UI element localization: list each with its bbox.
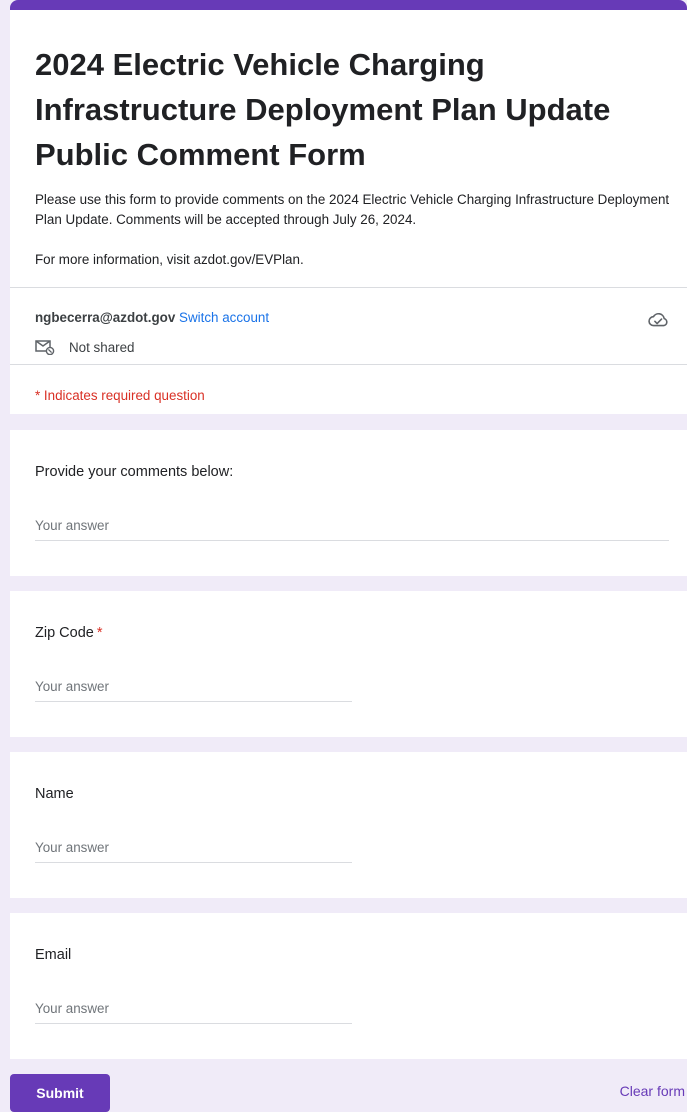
question-label: Name: [35, 786, 74, 802]
account-email: ngbecerra@azdot.gov: [35, 310, 176, 325]
question-label-text: Zip Code: [35, 625, 94, 641]
question-label: Email: [35, 947, 72, 963]
submit-button[interactable]: Submit: [10, 1074, 110, 1112]
shared-status-text: Not shared: [69, 339, 135, 355]
question-card-email: Email: [10, 913, 687, 1059]
email-input[interactable]: [35, 993, 352, 1024]
cloud-check-icon: [648, 313, 668, 327]
name-input[interactable]: [35, 832, 352, 863]
form-description-text: Please use this form to provide comments…: [35, 192, 670, 227]
required-star: *: [96, 625, 103, 641]
question-card-zip: Zip Code *: [10, 591, 687, 737]
required-note: * Indicates required question: [35, 388, 205, 403]
mail-not-shared-icon: [35, 340, 55, 355]
question-label: Provide your comments below:: [35, 464, 234, 480]
comments-input[interactable]: [35, 510, 669, 541]
question-card-comments: Provide your comments below:: [10, 430, 687, 576]
zip-code-input[interactable]: [35, 671, 352, 702]
form-more-info-text: For more information, visit azdot.gov/EV…: [35, 252, 304, 267]
divider: [10, 287, 687, 288]
switch-account-link[interactable]: Switch account: [179, 310, 269, 325]
question-label: Zip Code *: [35, 625, 103, 641]
shared-status-row: Not shared: [35, 339, 135, 355]
form-description: Please use this form to provide comments…: [35, 190, 680, 270]
divider: [10, 364, 687, 365]
question-card-name: Name: [10, 752, 687, 898]
clear-form-button[interactable]: Clear form: [620, 1083, 685, 1099]
form-header-card: 2024 Electric Vehicle Charging Infrastru…: [10, 0, 687, 414]
account-row: ngbecerra@azdot.gov Switch account: [35, 310, 269, 325]
form-title: 2024 Electric Vehicle Charging Infrastru…: [35, 47, 611, 172]
